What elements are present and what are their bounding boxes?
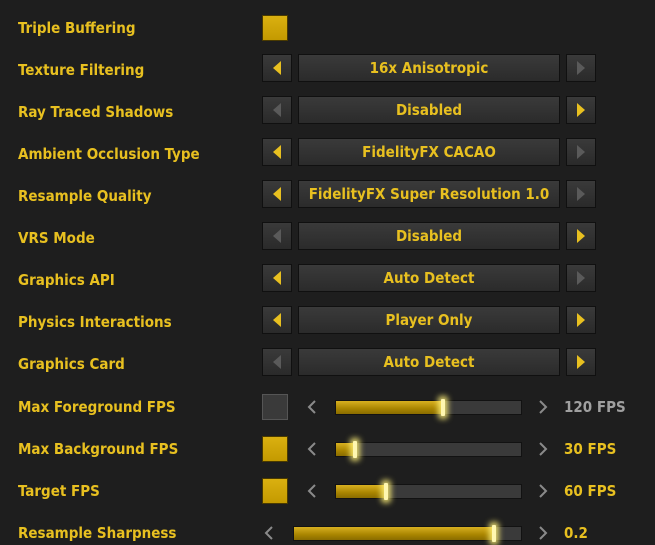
triple-buffering-label: Triple Buffering bbox=[18, 19, 136, 37]
triangle-left-icon bbox=[273, 271, 281, 285]
target-fps-slider-handle[interactable] bbox=[383, 483, 388, 500]
max-background-fps-slider[interactable] bbox=[335, 441, 522, 458]
physics-interactions-next-button[interactable] bbox=[566, 306, 596, 334]
physics-interactions-value: Player Only bbox=[298, 306, 560, 334]
target-fps-decrease-button[interactable] bbox=[305, 481, 319, 501]
target-fps-checkbox[interactable] bbox=[262, 478, 288, 504]
max-foreground-fps-value: 120 FPS bbox=[564, 398, 626, 416]
texture-filtering-label: Texture Filtering bbox=[18, 61, 145, 79]
max-foreground-fps-checkbox[interactable] bbox=[262, 394, 288, 420]
max-foreground-fps-slider-handle[interactable] bbox=[441, 399, 446, 416]
target-fps-slider-fill bbox=[336, 485, 386, 498]
ambient-occlusion-type-label: Ambient Occlusion Type bbox=[18, 145, 200, 163]
max-foreground-fps-label: Max Foreground FPS bbox=[18, 398, 176, 416]
max-background-fps-value: 30 FPS bbox=[564, 440, 617, 458]
triangle-right-icon bbox=[577, 271, 585, 285]
texture-filtering-value: 16x Anisotropic bbox=[298, 54, 560, 82]
physics-interactions-prev-button[interactable] bbox=[262, 306, 292, 334]
chevron-right-icon bbox=[539, 400, 548, 414]
max-background-fps-increase-button[interactable] bbox=[536, 439, 550, 459]
target-fps-slider[interactable] bbox=[335, 483, 522, 500]
resample-sharpness-decrease-button[interactable] bbox=[262, 523, 276, 543]
ray-traced-shadows-value: Disabled bbox=[298, 96, 560, 124]
triangle-left-icon bbox=[273, 103, 281, 117]
graphics-api-prev-button[interactable] bbox=[262, 264, 292, 292]
max-background-fps-label: Max Background FPS bbox=[18, 440, 179, 458]
max-foreground-fps-increase-button[interactable] bbox=[536, 397, 550, 417]
graphics-card-prev-button[interactable] bbox=[262, 348, 292, 376]
ray-traced-shadows-next-button[interactable] bbox=[566, 96, 596, 124]
resample-quality-label: Resample Quality bbox=[18, 187, 152, 205]
resample-sharpness-slider-handle[interactable] bbox=[491, 525, 496, 542]
triangle-left-icon bbox=[273, 145, 281, 159]
graphics-card-label: Graphics Card bbox=[18, 355, 125, 373]
resample-sharpness-slider[interactable] bbox=[293, 525, 522, 542]
vrs-mode-next-button[interactable] bbox=[566, 222, 596, 250]
triangle-right-icon bbox=[577, 229, 585, 243]
triangle-right-icon bbox=[577, 61, 585, 75]
ambient-occlusion-type-value: FidelityFX CACAO bbox=[298, 138, 560, 166]
max-background-fps-checkbox[interactable] bbox=[262, 436, 288, 462]
chevron-left-icon bbox=[307, 442, 316, 456]
ray-traced-shadows-label: Ray Traced Shadows bbox=[18, 103, 174, 121]
graphics-card-value: Auto Detect bbox=[298, 348, 560, 376]
triangle-right-icon bbox=[577, 103, 585, 117]
chevron-right-icon bbox=[539, 442, 548, 456]
triangle-left-icon bbox=[273, 229, 281, 243]
triangle-left-icon bbox=[273, 187, 281, 201]
target-fps-increase-button[interactable] bbox=[536, 481, 550, 501]
resample-quality-prev-button[interactable] bbox=[262, 180, 292, 208]
triangle-left-icon bbox=[273, 313, 281, 327]
graphics-api-value: Auto Detect bbox=[298, 264, 560, 292]
resample-sharpness-value: 0.2 bbox=[564, 524, 588, 542]
graphics-api-next-button[interactable] bbox=[566, 264, 596, 292]
triangle-right-icon bbox=[577, 187, 585, 201]
resample-sharpness-increase-button[interactable] bbox=[536, 523, 550, 543]
triangle-right-icon bbox=[577, 313, 585, 327]
max-background-fps-slider-handle[interactable] bbox=[352, 441, 357, 458]
triangle-left-icon bbox=[273, 61, 281, 75]
chevron-left-icon bbox=[307, 484, 316, 498]
ambient-occlusion-type-prev-button[interactable] bbox=[262, 138, 292, 166]
ray-traced-shadows-prev-button[interactable] bbox=[262, 96, 292, 124]
texture-filtering-prev-button[interactable] bbox=[262, 54, 292, 82]
max-background-fps-slider-fill bbox=[336, 443, 355, 456]
triangle-right-icon bbox=[577, 355, 585, 369]
chevron-left-icon bbox=[307, 400, 316, 414]
target-fps-value: 60 FPS bbox=[564, 482, 617, 500]
vrs-mode-value: Disabled bbox=[298, 222, 560, 250]
vrs-mode-prev-button[interactable] bbox=[262, 222, 292, 250]
vrs-mode-label: VRS Mode bbox=[18, 229, 95, 247]
resample-quality-value: FidelityFX Super Resolution 1.0 bbox=[298, 180, 560, 208]
chevron-left-icon bbox=[264, 526, 273, 540]
target-fps-label: Target FPS bbox=[18, 482, 100, 500]
max-foreground-fps-slider-fill bbox=[336, 401, 444, 414]
resample-quality-next-button[interactable] bbox=[566, 180, 596, 208]
resample-sharpness-slider-fill bbox=[294, 527, 494, 540]
graphics-card-next-button[interactable] bbox=[566, 348, 596, 376]
graphics-api-label: Graphics API bbox=[18, 271, 115, 289]
resample-sharpness-label: Resample Sharpness bbox=[18, 524, 177, 542]
ambient-occlusion-type-next-button[interactable] bbox=[566, 138, 596, 166]
max-foreground-fps-decrease-button[interactable] bbox=[305, 397, 319, 417]
max-foreground-fps-slider[interactable] bbox=[335, 399, 522, 416]
max-background-fps-decrease-button[interactable] bbox=[305, 439, 319, 459]
triple-buffering-checkbox[interactable] bbox=[262, 15, 288, 41]
chevron-right-icon bbox=[539, 526, 548, 540]
triangle-right-icon bbox=[577, 145, 585, 159]
physics-interactions-label: Physics Interactions bbox=[18, 313, 172, 331]
triangle-left-icon bbox=[273, 355, 281, 369]
chevron-right-icon bbox=[539, 484, 548, 498]
texture-filtering-next-button[interactable] bbox=[566, 54, 596, 82]
